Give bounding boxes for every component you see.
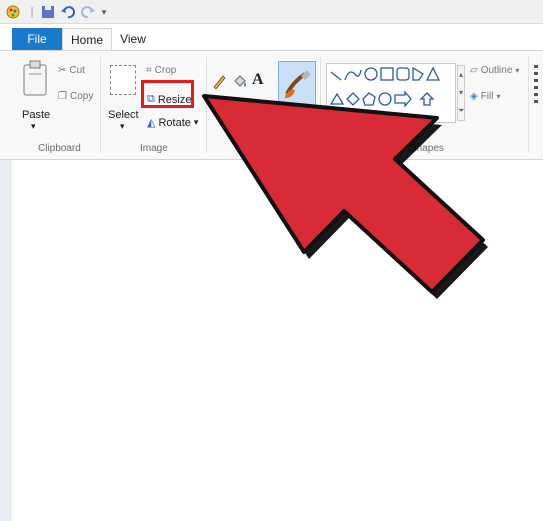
scissors-icon: ✂	[58, 65, 67, 76]
text-tool-button[interactable]: A	[252, 71, 264, 89]
ribbon: Paste ▾ ✂ Cut ❐ Copy Clipboard Select ▾ …	[0, 50, 543, 160]
outline-dropdown-icon: ▾	[515, 66, 520, 75]
tab-home[interactable]: Home	[62, 28, 112, 50]
group-divider	[320, 57, 321, 153]
fill-button[interactable]: ◈ Fill ▾	[470, 91, 501, 102]
outline-icon: ▱	[470, 65, 478, 76]
group-divider	[206, 57, 207, 153]
cut-button[interactable]: ✂ Cut	[58, 65, 85, 76]
paste-dropdown-icon[interactable]: ▾	[31, 121, 36, 132]
pencil-icon[interactable]	[212, 73, 226, 92]
rotate-button[interactable]: ◭ Rotate ▾	[147, 116, 199, 130]
select-dropdown-icon[interactable]: ▾	[120, 121, 125, 132]
crop-button[interactable]: ⌗ Crop	[146, 65, 176, 76]
canvas-left-rail	[0, 160, 12, 521]
cut-label: Cut	[69, 65, 85, 76]
brushes-button[interactable]	[278, 61, 316, 107]
tab-view[interactable]: View	[112, 28, 154, 50]
paste-button[interactable]	[20, 59, 50, 102]
clipboard-icon	[23, 60, 47, 96]
separator-icon: |	[30, 6, 34, 18]
size-button[interactable]	[534, 65, 538, 105]
fill-icon: ◈	[470, 91, 478, 102]
customize-toolbar-icon[interactable]: ▾	[98, 4, 110, 20]
shapes-group-label: Shapes	[410, 143, 444, 154]
fill-bucket-icon[interactable]	[232, 73, 248, 92]
group-divider	[100, 57, 101, 153]
tab-file[interactable]: File	[12, 28, 62, 50]
rotate-label: Rotate	[158, 116, 191, 129]
title-bar: | ▾	[0, 0, 543, 24]
select-button[interactable]	[110, 65, 136, 95]
copy-label: Copy	[69, 91, 94, 102]
rotate-icon: ◭	[147, 117, 156, 129]
shapes-scrollbar[interactable]: ▴ ▾ ⏷	[457, 65, 465, 121]
fill-label: Fill	[480, 91, 494, 102]
redo-icon[interactable]	[80, 4, 96, 20]
paint-app-icon[interactable]	[6, 4, 20, 20]
ribbon-tab-bar: File Home View	[0, 24, 543, 50]
shapes-palette-icon	[329, 66, 441, 108]
resize-highlight-box	[141, 80, 194, 108]
undo-icon[interactable]	[60, 4, 76, 20]
crop-label: Crop	[154, 65, 177, 76]
outline-label: Outline	[480, 65, 513, 76]
rotate-dropdown-icon: ▾	[193, 117, 199, 127]
group-divider	[528, 57, 529, 153]
outline-button[interactable]: ▱ Outline ▾	[470, 65, 519, 76]
brush-icon	[285, 70, 311, 98]
save-icon[interactable]	[40, 4, 56, 20]
copy-button[interactable]: ❐ Copy	[58, 91, 93, 102]
crop-icon: ⌗	[146, 65, 152, 76]
image-group-label: Image	[140, 143, 168, 154]
select-label[interactable]: Select	[108, 109, 139, 121]
paste-label[interactable]: Paste	[22, 109, 50, 121]
copy-icon: ❐	[58, 91, 67, 102]
clipboard-group-label: Clipboard	[38, 143, 81, 154]
drawing-canvas[interactable]	[12, 160, 543, 521]
fill-dropdown-icon: ▾	[496, 92, 501, 101]
shapes-gallery[interactable]	[326, 63, 456, 123]
